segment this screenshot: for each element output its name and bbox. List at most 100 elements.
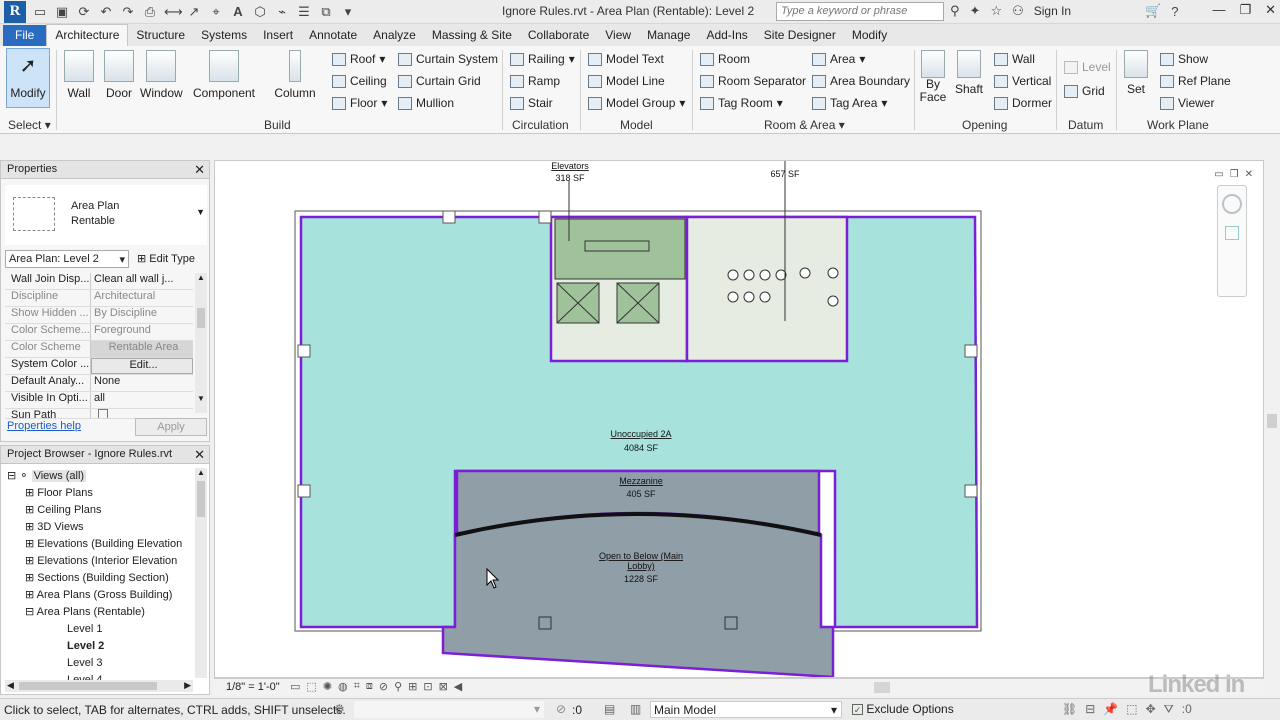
tree-item-area-plans-rentable[interactable]: ⊟ Area Plans (Rentable) (7, 604, 182, 621)
drawing-canvas[interactable]: Elevators 318 SF 657 SF Unoccupied 2A 40… (214, 160, 1264, 678)
close-icon[interactable]: ✕ (194, 447, 205, 463)
crop-view-icon[interactable]: ⌗ (354, 680, 360, 693)
measure-icon[interactable]: ⟷ (164, 4, 183, 20)
roof-button[interactable]: Roof ▾ (332, 52, 385, 66)
select-links-icon[interactable]: ⛓ (1062, 702, 1077, 717)
viewer-button[interactable]: Viewer (1160, 96, 1214, 110)
tree-item-views[interactable]: ⊟ ⚬ Views (all) (7, 468, 182, 485)
tree-item-area-plans-gross[interactable]: ⊞ Area Plans (Gross Building) (7, 587, 182, 604)
component-button[interactable]: Component (192, 50, 256, 100)
section-icon[interactable]: ⌁ (274, 4, 290, 20)
mullion-button[interactable]: Mullion (398, 96, 454, 110)
shadows-icon[interactable]: ◍ (338, 680, 348, 693)
ramp-button[interactable]: Ramp (510, 74, 560, 88)
tab-collaborate[interactable]: Collaborate (520, 25, 597, 46)
set-work-plane-button[interactable]: Set (1122, 50, 1150, 96)
star-icon[interactable]: ☆ (990, 3, 1002, 19)
dimension-icon[interactable]: ↗ (186, 4, 202, 20)
vertical-opening-button[interactable]: Vertical (994, 74, 1051, 88)
tree-item-level-2[interactable]: Level 2 (7, 638, 182, 655)
canvas-hscrollbar-thumb[interactable] (874, 682, 890, 693)
dormer-button[interactable]: Dormer (994, 96, 1052, 110)
model-group-button[interactable]: Model Group ▾ (588, 96, 685, 110)
help-icon[interactable]: ? (1171, 4, 1178, 19)
window-button[interactable]: Window (140, 50, 183, 100)
tab-annotate[interactable]: Annotate (301, 25, 365, 46)
worksets-icon[interactable]: ⚙ (334, 702, 345, 716)
select-group-label[interactable]: Select ▾ (8, 118, 51, 132)
tab-add-ins[interactable]: Add-Ins (698, 25, 755, 46)
view-scale[interactable]: 1/8" = 1'-0" (226, 681, 280, 693)
thin-lines-icon[interactable]: ☰ (296, 4, 312, 20)
tree-item-floor-plans[interactable]: ⊞ Floor Plans (7, 485, 182, 502)
railing-button[interactable]: Railing ▾ (510, 52, 575, 66)
shaft-button[interactable]: Shaft (954, 50, 984, 96)
select-underlay-icon[interactable]: ⊟ (1085, 702, 1095, 717)
grid-button[interactable]: Grid (1064, 84, 1105, 98)
qat-dropdown-icon[interactable]: ▾ (340, 4, 356, 20)
sun-path-icon[interactable]: ✺ (323, 680, 332, 693)
sync-icon[interactable]: ⟳ (76, 4, 92, 20)
tab-file[interactable]: File (3, 25, 47, 46)
curtain-grid-button[interactable]: Curtain Grid (398, 74, 481, 88)
browser-scrollbar[interactable]: ▲ (195, 468, 207, 678)
subscription-icon[interactable]: ✦ (970, 3, 981, 19)
level-button[interactable]: Level (1064, 60, 1111, 74)
temporary-hide-icon[interactable]: ⊘ (379, 680, 388, 693)
binoculars-icon[interactable]: ⚲ (950, 3, 960, 19)
room-separator-button[interactable]: Room Separator (700, 74, 806, 88)
redo-icon[interactable]: ↷ (120, 4, 136, 20)
scroll-left-icon[interactable]: ◀ (454, 680, 462, 693)
cart-icon[interactable]: 🛒 (1145, 3, 1161, 19)
model-text-button[interactable]: Model Text (588, 52, 664, 66)
tab-architecture[interactable]: Architecture (46, 24, 129, 46)
property-row[interactable]: Color Scheme... Foreground (5, 324, 193, 341)
property-row[interactable]: Wall Join Disp... Clean all wall j... (5, 273, 193, 290)
tree-item-level-3[interactable]: Level 3 (7, 655, 182, 672)
reveal-hidden-icon[interactable]: ⚲ (394, 680, 402, 693)
stair-button[interactable]: Stair (510, 96, 553, 110)
show-crop-icon[interactable]: ⧈ (366, 680, 373, 693)
tree-item-elevations-building[interactable]: ⊞ Elevations (Building Elevation (7, 536, 182, 553)
close-icon[interactable]: ✕ (1265, 2, 1276, 18)
room-button[interactable]: Room (700, 52, 750, 66)
undo-icon[interactable]: ↶ (98, 4, 114, 20)
switch-windows-icon[interactable]: ⧉ (318, 4, 334, 20)
canvas-scrollbar[interactable] (1264, 160, 1280, 678)
save-icon[interactable]: ▣ (54, 4, 70, 20)
tree-item-level-1[interactable]: Level 1 (7, 621, 182, 638)
property-row[interactable]: Show Hidden ... By Discipline (5, 307, 193, 324)
editable-requests-icon[interactable]: ⊘ (556, 702, 566, 716)
tab-site-designer[interactable]: Site Designer (756, 25, 844, 46)
wall-button[interactable]: Wall (62, 50, 96, 100)
highlight-icon[interactable]: ⊠ (439, 680, 448, 693)
tree-item-sections[interactable]: ⊞ Sections (Building Section) (7, 570, 182, 587)
property-row[interactable]: Discipline Architectural (5, 290, 193, 307)
by-face-button[interactable]: By Face (918, 50, 948, 104)
minimize-icon[interactable]: — (1212, 2, 1225, 18)
print-icon[interactable]: ⎙ (142, 4, 158, 20)
instance-selector[interactable]: Area Plan: Level 2 ▾ (5, 250, 129, 268)
navigation-bar[interactable] (1217, 185, 1247, 297)
model-line-button[interactable]: Model Line (588, 74, 665, 88)
tree-item-elevations-interior[interactable]: ⊞ Elevations (Interior Elevation (7, 553, 182, 570)
curtain-system-button[interactable]: Curtain System (398, 52, 498, 66)
tab-manage[interactable]: Manage (639, 25, 698, 46)
select-by-face-icon[interactable]: ⬚ (1126, 702, 1137, 717)
design-options-icon[interactable]: ▤ (604, 702, 615, 716)
tag-area-button[interactable]: Tag Area ▾ (812, 96, 887, 110)
tab-analyze[interactable]: Analyze (365, 25, 424, 46)
area-button[interactable]: Area ▾ (812, 52, 865, 66)
area-plan-drawing[interactable]: Elevators 318 SF 657 SF Unoccupied 2A 40… (215, 161, 1263, 677)
property-row[interactable]: Default Analy... None (5, 375, 193, 392)
workset-dropdown[interactable]: ▾ (354, 701, 544, 718)
tab-massing-site[interactable]: Massing & Site (424, 25, 520, 46)
tab-insert[interactable]: Insert (255, 25, 301, 46)
exclude-options-checkbox[interactable]: ✓ Exclude Options (852, 702, 954, 716)
restore-icon[interactable]: ❐ (1239, 2, 1251, 18)
design-options-2-icon[interactable]: ▥ (630, 702, 641, 716)
close-icon[interactable]: ✕ (194, 162, 205, 178)
properties-scrollbar[interactable]: ▲ ▼ (195, 273, 207, 413)
app-logo[interactable]: R (4, 0, 26, 23)
detail-level-icon[interactable]: ▭ (290, 680, 300, 693)
